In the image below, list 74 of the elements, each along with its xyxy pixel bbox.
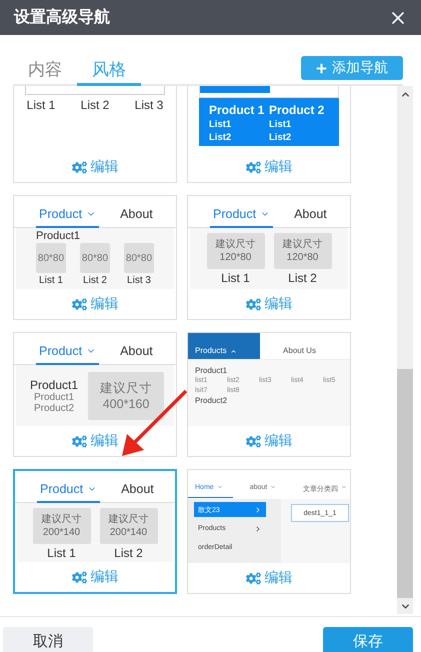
nav-tab[interactable]: About bbox=[291, 207, 330, 228]
cancel-button[interactable]: 取消 bbox=[3, 627, 93, 652]
list-label: List 1 bbox=[221, 271, 250, 285]
style-card[interactable]: List 1 List 2 List 3 编辑 bbox=[13, 86, 177, 183]
edit-button[interactable]: 编辑 bbox=[14, 426, 176, 456]
scroll-thumb[interactable] bbox=[397, 369, 413, 598]
tab[interactable]: 风格 bbox=[77, 58, 141, 86]
gear-icon bbox=[246, 160, 260, 174]
edit-button[interactable]: 编辑 bbox=[188, 289, 350, 319]
chevron-icon bbox=[230, 348, 237, 355]
menu-bar bbox=[200, 86, 270, 93]
list-label: List 1 bbox=[26, 98, 56, 112]
panel-heading: Product1 bbox=[36, 230, 82, 242]
thumbnail: 80*80 bbox=[124, 243, 154, 273]
list-label: List2 bbox=[209, 132, 232, 143]
column-title: Product 1 bbox=[209, 103, 266, 117]
list-label: List1 bbox=[209, 119, 232, 130]
column-title: Product 2 bbox=[269, 103, 326, 117]
sub-item: Product1 bbox=[34, 392, 74, 402]
list-label: List 3 bbox=[134, 98, 164, 112]
nav-tab[interactable]: Products bbox=[188, 333, 260, 359]
edit-button[interactable]: 编辑 bbox=[188, 152, 350, 182]
thumbnail: 80*80 bbox=[80, 243, 110, 273]
list-label: List1 bbox=[269, 119, 292, 130]
thumbnail: 建议尺寸 200*140 bbox=[100, 508, 158, 544]
gear-icon bbox=[72, 296, 86, 312]
chevron-icon bbox=[341, 484, 348, 490]
gear-icon bbox=[72, 434, 86, 448]
chevron-icon bbox=[254, 506, 262, 514]
list-label: List 2 bbox=[288, 271, 317, 285]
list-label: List 3 bbox=[127, 275, 151, 286]
plus-icon bbox=[316, 62, 327, 74]
edit-button[interactable]: 编辑 bbox=[14, 152, 176, 182]
list-label: List2 bbox=[269, 132, 292, 143]
thumbnail: 建议尺寸 200*140 bbox=[32, 508, 90, 544]
list-label: List 1 bbox=[47, 546, 76, 560]
sub-item: Product2 bbox=[34, 402, 74, 414]
chevron-icon bbox=[254, 524, 262, 532]
list-label: List 1 bbox=[39, 275, 63, 286]
nav-tab[interactable]: About bbox=[117, 207, 156, 228]
thumbnail: 80*80 bbox=[36, 243, 66, 273]
style-card[interactable]: Product About 建议尺寸 120*80 List 1 建议尺寸 120*80 List 2 编辑 bbox=[187, 195, 351, 320]
nav-tab[interactable]: About bbox=[118, 482, 157, 503]
style-card[interactable]: Product About Product1 Product1 Product2 建议尺寸 400*160 编辑 bbox=[13, 332, 177, 457]
window-title: 设置高级导航 bbox=[14, 7, 110, 28]
panel-heading: Product2 bbox=[195, 396, 228, 405]
gear-icon bbox=[246, 570, 260, 586]
style-card[interactable]: Product 1 List1 List2 Product 2 List1 List2 编辑 bbox=[187, 86, 351, 183]
list-label: List 2 bbox=[83, 275, 107, 286]
nav-tab[interactable]: About bbox=[117, 344, 156, 365]
chevron-icon bbox=[270, 484, 276, 490]
style-card[interactable]: Product About Product1 80*80 List 1 80*80 List 2 80*80 List 3 编辑 bbox=[13, 195, 177, 320]
nav-tab[interactable]: About Us bbox=[260, 333, 332, 359]
thumbnail: 建议尺寸 120*80 bbox=[274, 233, 332, 269]
thumbnail: 建议尺寸 120*80 bbox=[206, 233, 264, 269]
gear-icon bbox=[246, 296, 260, 312]
edit-button[interactable]: 编辑 bbox=[14, 289, 176, 319]
save-button[interactable]: 保存 bbox=[323, 627, 413, 652]
style-card[interactable]: Product About 建议尺寸 200*140 List 1 建议尺寸 200*140 List 2 编辑 bbox=[13, 469, 177, 594]
list-label: List 2 bbox=[80, 98, 110, 112]
gear-icon bbox=[72, 570, 86, 584]
edit-button[interactable]: 编辑 bbox=[15, 562, 175, 592]
gear-icon bbox=[72, 160, 86, 174]
panel-heading: Product1 bbox=[30, 378, 78, 392]
chevron-icon bbox=[216, 484, 223, 490]
edit-button[interactable]: 编辑 bbox=[188, 563, 350, 593]
banner-placeholder: 建议尺寸 400*160 bbox=[88, 372, 164, 420]
edit-button[interactable]: 编辑 bbox=[188, 426, 350, 456]
panel-heading: Product1 bbox=[195, 366, 228, 375]
list-label: List 2 bbox=[114, 546, 143, 560]
scrollbar[interactable] bbox=[397, 86, 413, 614]
gear-icon bbox=[246, 434, 260, 448]
tab[interactable]: 内容 bbox=[13, 58, 77, 86]
add-nav-button[interactable]: 添加导航 bbox=[301, 56, 403, 80]
